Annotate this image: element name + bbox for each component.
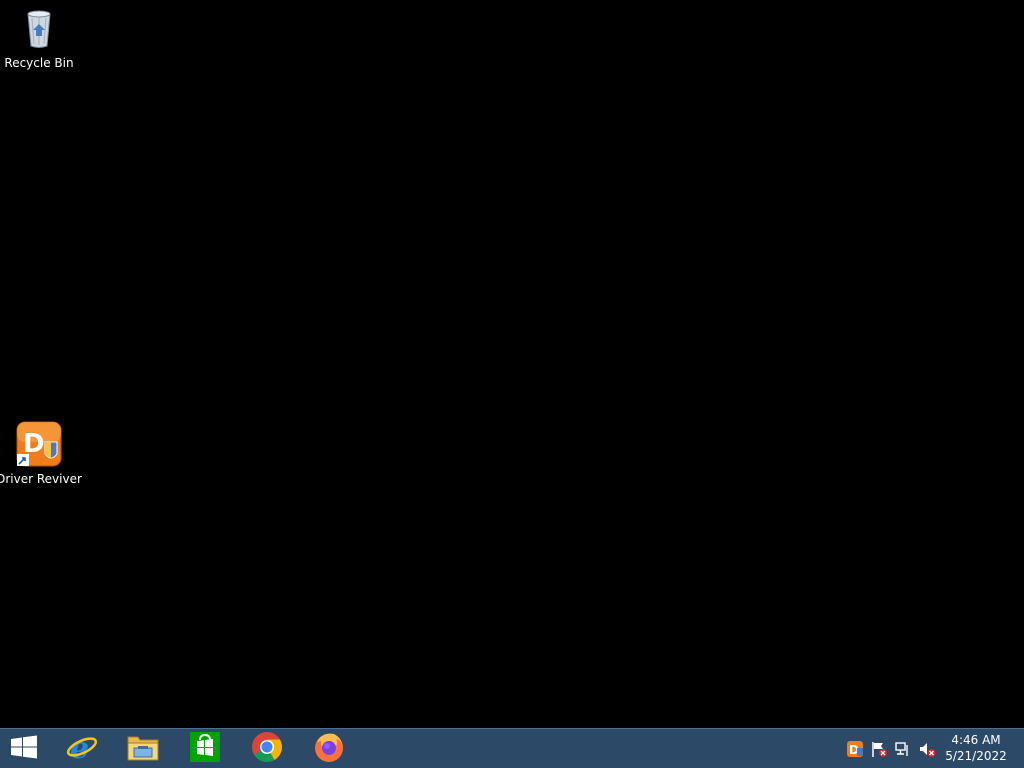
driver-reviver-label: Driver Reviver	[0, 472, 82, 486]
taskbar-clock[interactable]: 4:46 AM 5/21/2022	[944, 732, 1008, 764]
chrome-icon	[251, 731, 283, 767]
svg-text:e: e	[70, 731, 89, 764]
volume-muted-icon[interactable]	[918, 740, 936, 758]
driver-reviver-icon: D	[15, 420, 63, 468]
file-explorer-icon	[126, 731, 160, 767]
windows-logo-icon	[10, 735, 38, 763]
internet-explorer-icon: e	[65, 730, 99, 768]
driver-reviver-tray-icon[interactable]: D	[846, 740, 864, 758]
network-icon[interactable]	[894, 740, 912, 758]
system-tray: D	[846, 729, 942, 768]
recycle-bin-icon	[15, 4, 63, 52]
taskbar-internet-explorer[interactable]: e	[54, 729, 110, 768]
action-center-flag-icon[interactable]	[870, 740, 888, 758]
firefox-icon	[312, 730, 346, 768]
taskbar-store[interactable]	[177, 729, 233, 768]
store-icon	[189, 731, 221, 767]
clock-time: 4:46 AM	[951, 733, 1001, 747]
taskbar-firefox[interactable]	[301, 729, 357, 768]
desktop[interactable]: Recycle Bin D Driver Reviver	[0, 0, 1024, 728]
recycle-bin-shortcut[interactable]: Recycle Bin	[0, 4, 78, 70]
start-button[interactable]	[0, 729, 48, 768]
taskbar-file-explorer[interactable]	[115, 729, 171, 768]
taskbar-chrome[interactable]	[239, 729, 295, 768]
clock-date: 5/21/2022	[945, 749, 1007, 763]
taskbar: e D 4:46 AM 5/21/2022	[0, 728, 1024, 768]
driver-reviver-shortcut[interactable]: D Driver Reviver	[0, 420, 82, 486]
recycle-bin-label: Recycle Bin	[4, 56, 74, 70]
